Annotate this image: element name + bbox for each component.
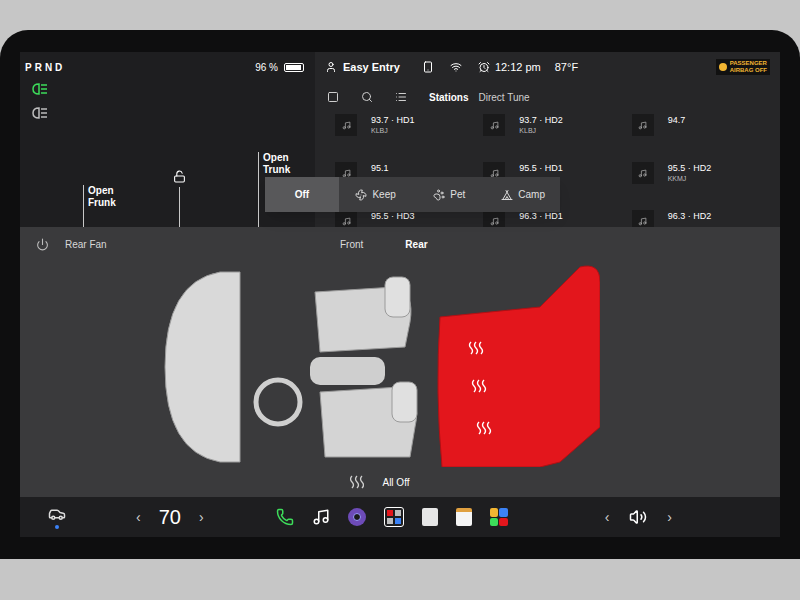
battery-percent: 96 %: [255, 60, 278, 75]
seat-tab[interactable]: Rear: [405, 237, 427, 252]
headlights-icon[interactable]: [30, 82, 48, 96]
front-seat-left[interactable]: [315, 277, 411, 352]
temp-up-button[interactable]: ›: [199, 507, 204, 528]
music-note-icon: [490, 217, 499, 226]
music-icon[interactable]: [312, 508, 330, 526]
camera-icon[interactable]: [348, 508, 366, 526]
profile-name[interactable]: Easy Entry: [343, 59, 400, 76]
cabin-illustration: [160, 262, 600, 467]
volume-icon[interactable]: [629, 508, 647, 526]
parking-lights-icon[interactable]: [30, 106, 48, 120]
climate-keep-option[interactable]: Off: [265, 177, 339, 212]
fan-icon: [355, 189, 367, 201]
phone-key-icon: [422, 61, 434, 73]
rear-seat[interactable]: [438, 266, 600, 467]
outside-temperature: 87°F: [555, 59, 578, 76]
seat-tab[interactable]: Front: [340, 237, 363, 252]
touchscreen: PRND96 %Open FrunkOpen TrunkEasy Entry12…: [20, 52, 780, 537]
temp-down-button[interactable]: ‹: [136, 507, 141, 528]
bottom-bar: ‹ 70 › ‹ ›: [20, 497, 780, 537]
alarm-icon: [478, 61, 490, 73]
media-tab[interactable]: Stations: [429, 90, 468, 105]
heat-icon: [350, 475, 364, 489]
notes-app-icon[interactable]: [422, 508, 438, 526]
display-bezel: PRND96 %Open FrunkOpen TrunkEasy Entry12…: [0, 30, 800, 559]
seat-heat-icon[interactable]: [470, 342, 483, 354]
photo: PRND96 %Open FrunkOpen TrunkEasy Entry12…: [0, 0, 800, 600]
tent-icon: [501, 189, 513, 201]
search-icon[interactable]: [361, 91, 373, 103]
phone-icon[interactable]: [276, 508, 294, 526]
climate-keep-option[interactable]: Camp: [486, 177, 560, 212]
music-note-icon: [638, 217, 647, 226]
music-note-icon: [638, 121, 647, 130]
battery-icon: [284, 63, 304, 72]
volume-down-button[interactable]: ‹: [605, 507, 610, 528]
all-off-button[interactable]: All Off: [382, 475, 409, 490]
climate-keep-option[interactable]: Pet: [413, 177, 487, 212]
source-icon[interactable]: [327, 91, 339, 103]
front-seat-right[interactable]: [320, 382, 417, 457]
calendar-app-icon[interactable]: [456, 508, 472, 526]
list-icon[interactable]: [395, 91, 407, 103]
car-icon[interactable]: [48, 505, 66, 523]
station-item[interactable]: 93.7 · HD2KLBJ: [483, 112, 631, 160]
station-item[interactable]: 93.7 · HD1KLBJ: [335, 112, 483, 160]
climate-keep-option[interactable]: Keep: [339, 177, 413, 212]
games-app-icon[interactable]: [490, 508, 508, 526]
music-note-icon: [342, 217, 351, 226]
seat-heat-icon[interactable]: [478, 422, 491, 434]
cabin-temperature: 70: [159, 502, 181, 532]
rear-fan-label[interactable]: Rear Fan: [65, 237, 107, 252]
airbag-badge: PASSENGERAIRBAG OFF: [716, 59, 770, 75]
music-note-icon: [638, 169, 647, 178]
music-note-icon: [490, 121, 499, 130]
media-toolbar: Stations Direct Tune: [315, 82, 780, 112]
status-bar: Easy Entry 12:12 pm 87°F PASSENGERAIRBAG OF…: [315, 52, 780, 82]
music-note-icon: [342, 121, 351, 130]
wifi-icon: [450, 61, 462, 73]
profile-icon[interactable]: [325, 61, 337, 73]
climate-keep-menu: OffKeepPetCamp: [265, 177, 560, 212]
media-tab[interactable]: Direct Tune: [478, 90, 529, 105]
station-item[interactable]: 95.5 · HD2KKMJ: [632, 160, 780, 208]
paw-icon: [433, 189, 445, 201]
seat-heater-panel: Rear Fan Front Rear All Off: [20, 227, 780, 497]
power-icon[interactable]: [36, 238, 49, 251]
clock: 12:12 pm: [495, 59, 541, 76]
open-frunk-button[interactable]: Open Frunk: [83, 185, 143, 227]
station-item[interactable]: 94.7: [632, 112, 780, 160]
seat-heat-icon[interactable]: [473, 380, 486, 392]
gear-indicator: PRND: [25, 60, 65, 75]
volume-up-button[interactable]: ›: [667, 507, 672, 528]
controls-app-icon[interactable]: [384, 507, 404, 527]
station-item[interactable]: 96.3 · HD2: [632, 208, 780, 227]
unlock-icon[interactable]: [173, 170, 186, 183]
